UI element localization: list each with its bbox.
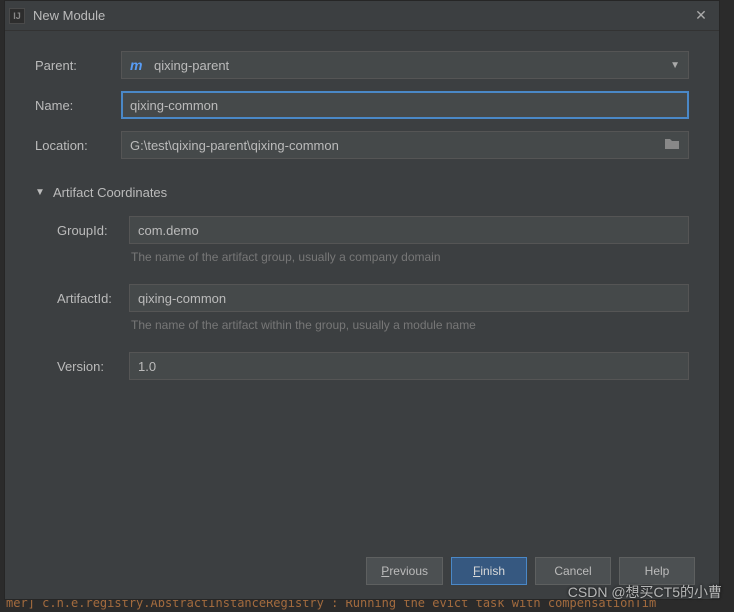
window-title: New Module [33, 8, 687, 23]
maven-module-icon: m [130, 58, 148, 72]
groupid-row: GroupId: [57, 216, 689, 244]
close-icon[interactable]: ✕ [687, 2, 715, 30]
version-label: Version: [57, 359, 129, 374]
new-module-dialog: IJ New Module ✕ Parent: m qixing-parent … [4, 0, 720, 600]
cancel-button[interactable]: Cancel [535, 557, 611, 585]
artifact-coordinates-toggle[interactable]: ▼ Artifact Coordinates [35, 185, 689, 200]
groupid-label: GroupId: [57, 223, 129, 238]
groupid-input[interactable] [129, 216, 689, 244]
parent-value: qixing-parent [154, 58, 670, 73]
name-label: Name: [35, 98, 121, 113]
watermark-text: CSDN @想买CT5的小曹 [568, 582, 722, 602]
artifact-section-label: Artifact Coordinates [53, 185, 167, 200]
groupid-hint: The name of the artifact group, usually … [129, 250, 441, 264]
folder-icon[interactable] [664, 137, 680, 153]
chevron-down-icon: ▼ [670, 60, 680, 71]
artifactid-hint: The name of the artifact within the grou… [129, 318, 476, 332]
name-row: Name: [35, 91, 689, 119]
artifact-coordinates-group: GroupId: The name of the artifact group,… [35, 216, 689, 386]
name-input[interactable] [121, 91, 689, 119]
help-button[interactable]: Help [619, 557, 695, 585]
titlebar: IJ New Module ✕ [5, 1, 719, 31]
chevron-down-icon: ▼ [35, 187, 49, 198]
artifactid-label: ArtifactId: [57, 291, 129, 306]
app-icon: IJ [9, 8, 25, 24]
location-input[interactable]: G:\test\qixing-parent\qixing-common [121, 131, 689, 159]
finish-button[interactable]: Finish [451, 557, 527, 585]
dialog-content: Parent: m qixing-parent ▼ Name: Location… [5, 31, 719, 543]
location-value: G:\test\qixing-parent\qixing-common [130, 138, 664, 153]
artifactid-input[interactable] [129, 284, 689, 312]
previous-button[interactable]: Previous [366, 557, 443, 585]
parent-row: Parent: m qixing-parent ▼ [35, 51, 689, 79]
version-row: Version: [57, 352, 689, 380]
version-input[interactable] [129, 352, 689, 380]
location-row: Location: G:\test\qixing-parent\qixing-c… [35, 131, 689, 159]
parent-label: Parent: [35, 58, 121, 73]
artifactid-row: ArtifactId: [57, 284, 689, 312]
parent-combobox[interactable]: m qixing-parent ▼ [121, 51, 689, 79]
location-label: Location: [35, 138, 121, 153]
